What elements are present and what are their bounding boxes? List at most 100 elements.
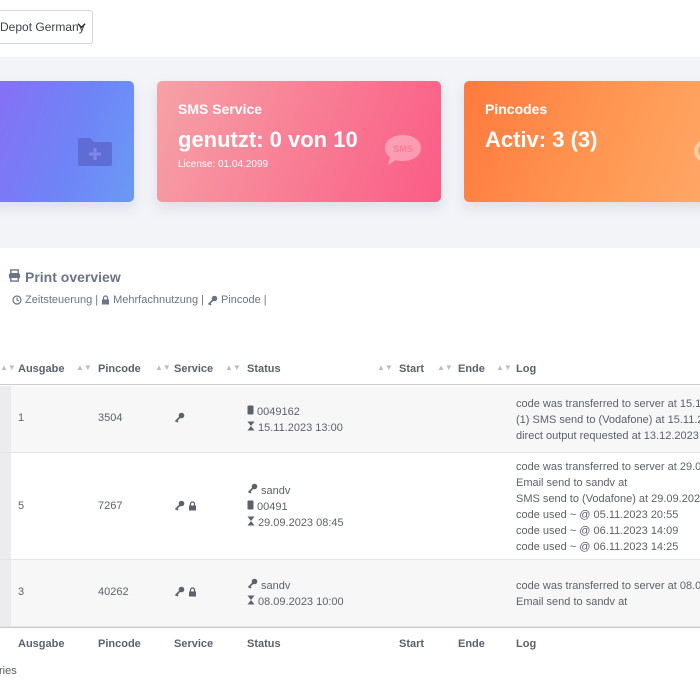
status-line: 29.09.2023 08:45 [247, 515, 344, 531]
column-header-ende: Ende [458, 638, 485, 650]
card-storage[interactable] [0, 81, 134, 202]
table-row[interactable]: 1 3504 0049162 15.11.2023 13:00 code was… [0, 386, 700, 453]
hourglass-icon [247, 420, 255, 436]
print-overview-label: Print overview [25, 269, 121, 285]
card-sms-service[interactable]: SMS Service genutzt: 0 von 10 License: 0… [157, 81, 441, 202]
service-cell [174, 586, 197, 600]
lock-icon [101, 294, 110, 306]
pincodes-active-value: Activ: 3 (3) [485, 127, 598, 152]
entries-info: ries [0, 665, 17, 677]
print-overview-link[interactable]: Print overview [8, 269, 121, 285]
key-icon [247, 578, 258, 594]
status-line: sandv [247, 483, 344, 499]
column-header-ende[interactable]: Ende [458, 363, 485, 375]
column-header-service[interactable]: Service [174, 363, 213, 375]
log-cell: code was transferred to server at 15.11.… [516, 396, 700, 444]
lock-icon [188, 587, 197, 600]
key-icon [207, 294, 218, 306]
log-line: code used ~ @ 06.11.2023 14:09 [516, 525, 679, 537]
table-row[interactable]: 5 7267 sandv 00491 29.09.2023 08:45 code… [0, 453, 700, 560]
log-line: direct output requested at 13.12.2023 1 [516, 430, 700, 442]
column-header-service: Service [174, 638, 214, 650]
column-header-ausgabe: Ausgabe [18, 638, 65, 650]
folder-plus-icon [76, 136, 114, 173]
status-text: sandv [261, 580, 291, 592]
status-line: 00491 [247, 499, 344, 515]
pincode-cell: 7267 [98, 500, 123, 512]
log-cell: code was transferred to server at 29.09.… [516, 459, 700, 555]
status-cell: 0049162 15.11.2023 13:00 [247, 404, 343, 436]
svg-text:SMS: SMS [393, 144, 413, 154]
log-line: code used ~ @ 05.11.2023 20:55 [516, 509, 679, 521]
column-header-status[interactable]: Status [247, 363, 281, 375]
stats-cards: SMS Service genutzt: 0 von 10 License: 0… [0, 57, 700, 248]
status-cell: sandv 00491 29.09.2023 08:45 [247, 483, 344, 531]
service-cell [174, 412, 185, 426]
log-line: (1) SMS send to (Vodafone) at 15.11.20 [516, 414, 700, 426]
table-footer-header: Ausgabe Pincode Service Status Start End… [0, 627, 700, 659]
sort-icon[interactable]: ▲▼ [155, 363, 171, 372]
log-line: Email send to sandv at [516, 596, 628, 608]
status-text: 00491 [257, 501, 288, 513]
column-header-status: Status [247, 638, 281, 650]
status-text: 0049162 [257, 406, 300, 418]
status-line: 0049162 [247, 404, 343, 420]
key-icon [174, 412, 185, 426]
status-line: 15.11.2023 13:00 [247, 420, 343, 436]
cloud-icon [690, 136, 700, 171]
legend-separator: | [263, 294, 267, 306]
column-header-pincode[interactable]: Pincode [98, 363, 141, 375]
ausgabe-cell: 1 [18, 412, 25, 424]
column-header-log: Log [516, 638, 537, 650]
pincode-cell: 40262 [98, 586, 129, 598]
phone-icon [247, 404, 254, 420]
column-header-start: Start [399, 638, 425, 650]
sort-icon[interactable]: ▲▼ [76, 363, 92, 372]
sort-icon[interactable]: ▲▼ [377, 363, 393, 372]
lock-icon [188, 501, 197, 514]
status-cell: sandv 08.09.2023 10:00 [247, 578, 344, 610]
status-text: 15.11.2023 13:00 [258, 422, 343, 434]
column-header-log[interactable]: Log [516, 363, 536, 375]
column-header-pincode: Pincode [98, 638, 141, 650]
phone-icon [247, 499, 254, 515]
top-bar: Depot Germany [0, 0, 700, 57]
log-line: code was transferred to server at 15.11. [516, 398, 700, 410]
chevron-down-icon [77, 21, 86, 33]
service-legend: Zeitsteuerung | Mehrfachnutzung | Pincod… [12, 294, 267, 306]
printer-icon [8, 269, 21, 285]
hourglass-icon [247, 594, 255, 610]
card-title: Pincodes [485, 101, 548, 117]
service-cell [174, 500, 197, 514]
column-header-start[interactable]: Start [399, 363, 424, 375]
sort-icon[interactable]: ▲▼ [496, 363, 512, 372]
hourglass-icon [247, 515, 255, 531]
legend-separator: | [201, 294, 204, 306]
ausgabe-cell: 3 [18, 586, 25, 598]
clock-icon [12, 294, 22, 306]
status-text: 29.09.2023 08:45 [258, 517, 344, 529]
legend-separator: | [95, 294, 99, 306]
depot-select[interactable]: Depot Germany [0, 10, 93, 44]
table-header: ▲▼ Ausgabe ▲▼ Pincode ▲▼ Service ▲▼ Stat… [0, 353, 700, 385]
card-title: SMS Service [178, 101, 263, 117]
status-line: 08.09.2023 10:00 [247, 594, 344, 610]
column-header-ausgabe[interactable]: Ausgabe [18, 363, 64, 375]
status-text: 08.09.2023 10:00 [258, 596, 344, 608]
sort-icon[interactable]: ▲▼ [0, 363, 16, 372]
sort-icon[interactable]: ▲▼ [437, 363, 453, 372]
sms-usage-value: genutzt: 0 von 10 [178, 127, 358, 152]
key-icon [247, 483, 258, 499]
ausgabe-cell: 5 [18, 500, 25, 512]
table-row[interactable]: 3 40262 sandv 08.09.2023 10:00 code was … [0, 560, 700, 627]
key-icon [174, 500, 185, 514]
log-line: code was transferred to server at 29.09. [516, 461, 700, 473]
sort-icon[interactable]: ▲▼ [225, 363, 241, 372]
card-pincodes[interactable]: Pincodes Activ: 3 (3) [464, 81, 700, 202]
key-icon [174, 586, 185, 600]
depot-select-value: Depot Germany [0, 20, 85, 34]
log-cell: code was transferred to server at 08.09.… [516, 578, 700, 610]
log-line: SMS send to (Vodafone) at 29.09.2023 [516, 493, 700, 505]
log-line: code was transferred to server at 08.09. [516, 580, 700, 592]
legend-label: Zeitsteuerung [25, 294, 93, 306]
